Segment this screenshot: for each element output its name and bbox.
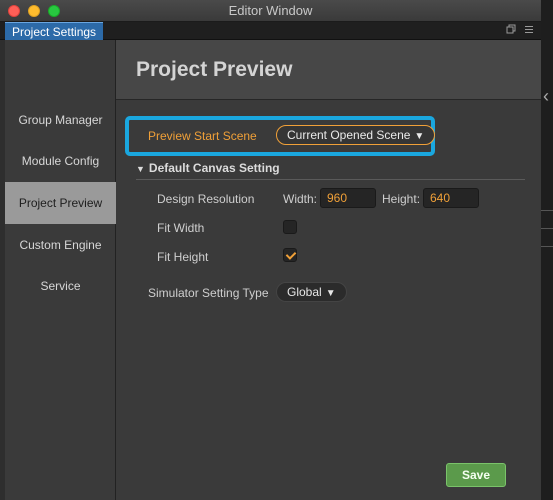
background-divider bbox=[541, 246, 553, 247]
tab-project-settings[interactable]: Project Settings bbox=[5, 22, 104, 40]
design-resolution-label: Design Resolution bbox=[157, 192, 255, 206]
section-default-canvas-setting[interactable]: ▼ Default Canvas Setting bbox=[136, 161, 280, 175]
settings-panel: Project Preview Preview Start Scene Curr… bbox=[116, 40, 541, 500]
panel-header: Project Preview bbox=[116, 40, 541, 100]
settings-sidebar: Group Manager Module Config Project Prev… bbox=[5, 40, 116, 500]
background-chevron-icon: ‹ bbox=[543, 86, 549, 106]
window-title: Editor Window bbox=[228, 3, 313, 18]
tab-bar: Project Settings bbox=[0, 22, 541, 40]
editor-window: Editor Window Project Settings Group Man… bbox=[0, 0, 541, 500]
section-title: Default Canvas Setting bbox=[148, 161, 280, 175]
sidebar-item-module-config[interactable]: Module Config bbox=[5, 140, 116, 182]
height-label: Height: bbox=[382, 192, 421, 206]
background-editor-right: ‹ bbox=[541, 0, 553, 500]
background-divider bbox=[541, 228, 553, 229]
title-bar[interactable]: Editor Window bbox=[0, 0, 541, 22]
collapse-triangle-icon: ▼ bbox=[136, 164, 145, 174]
fit-height-checkbox[interactable] bbox=[283, 248, 297, 262]
restore-window-icon[interactable] bbox=[504, 24, 518, 38]
sidebar-item-service[interactable]: Service bbox=[5, 265, 116, 307]
simulator-setting-type-dropdown[interactable]: Global ▼ bbox=[276, 282, 347, 302]
fit-width-label: Fit Width bbox=[157, 221, 205, 235]
fit-height-label: Fit Height bbox=[157, 250, 209, 264]
menu-icon[interactable] bbox=[522, 24, 536, 38]
screen: ‹ Editor Window Project Settings Group M… bbox=[0, 0, 553, 500]
width-input[interactable]: 960 bbox=[320, 188, 376, 208]
chevron-down-icon: ▼ bbox=[325, 288, 336, 299]
section-divider bbox=[136, 179, 525, 180]
simulator-setting-type-value: Global bbox=[287, 285, 322, 299]
preview-start-scene-value: Current Opened Scene bbox=[287, 128, 411, 142]
page-title: Project Preview bbox=[136, 58, 293, 81]
sidebar-item-custom-engine[interactable]: Custom Engine bbox=[5, 224, 116, 266]
height-input[interactable]: 640 bbox=[423, 188, 479, 208]
preview-start-scene-label: Preview Start Scene bbox=[148, 129, 257, 143]
sidebar-item-project-preview[interactable]: Project Preview bbox=[5, 182, 116, 224]
preview-start-scene-dropdown[interactable]: Current Opened Scene ▼ bbox=[276, 125, 436, 145]
chevron-down-icon: ▼ bbox=[414, 131, 425, 142]
save-button[interactable]: Save bbox=[446, 463, 506, 487]
background-divider bbox=[541, 210, 553, 211]
simulator-setting-type-label: Simulator Setting Type bbox=[148, 286, 269, 300]
sidebar-item-group-manager[interactable]: Group Manager bbox=[5, 99, 116, 141]
fit-width-checkbox[interactable] bbox=[283, 220, 297, 234]
width-label: Width: bbox=[283, 192, 318, 206]
